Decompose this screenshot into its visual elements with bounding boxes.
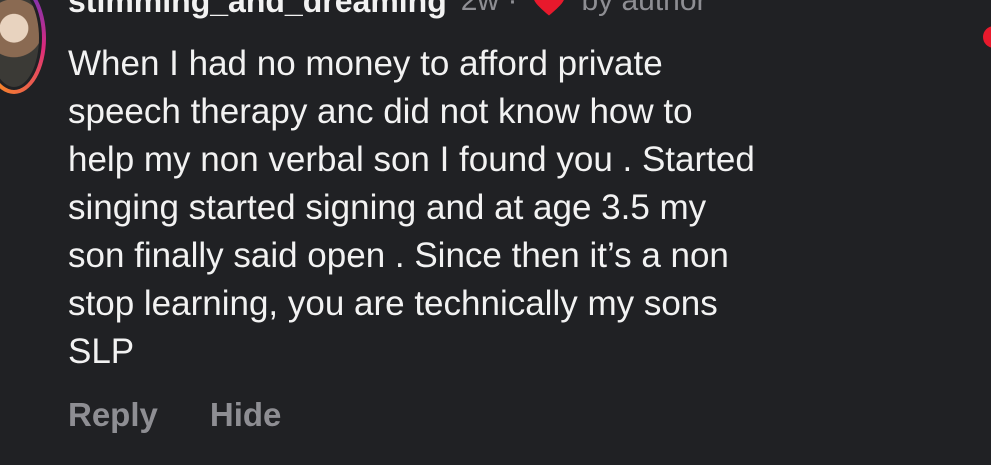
story-ring[interactable]	[0, 0, 46, 94]
username[interactable]: stimming_and_dreaming	[68, 0, 447, 20]
comment: stimming_and_dreaming 2w · by author Whe…	[0, 0, 991, 465]
separator: ·	[507, 0, 518, 17]
notification-dot-icon	[983, 26, 991, 48]
hide-button[interactable]: Hide	[210, 396, 282, 434]
reply-button[interactable]: Reply	[68, 396, 158, 434]
comment-actions: Reply Hide	[68, 396, 281, 434]
comment-header: stimming_and_dreaming 2w · by author	[68, 0, 707, 19]
time-value: 2w	[460, 0, 500, 17]
avatar[interactable]	[0, 0, 42, 90]
liked-by-author-label: by author	[581, 0, 707, 17]
heart-icon	[531, 0, 567, 17]
timestamp: 2w ·	[461, 0, 518, 18]
comment-text: When I had no money to afford private sp…	[68, 44, 755, 371]
